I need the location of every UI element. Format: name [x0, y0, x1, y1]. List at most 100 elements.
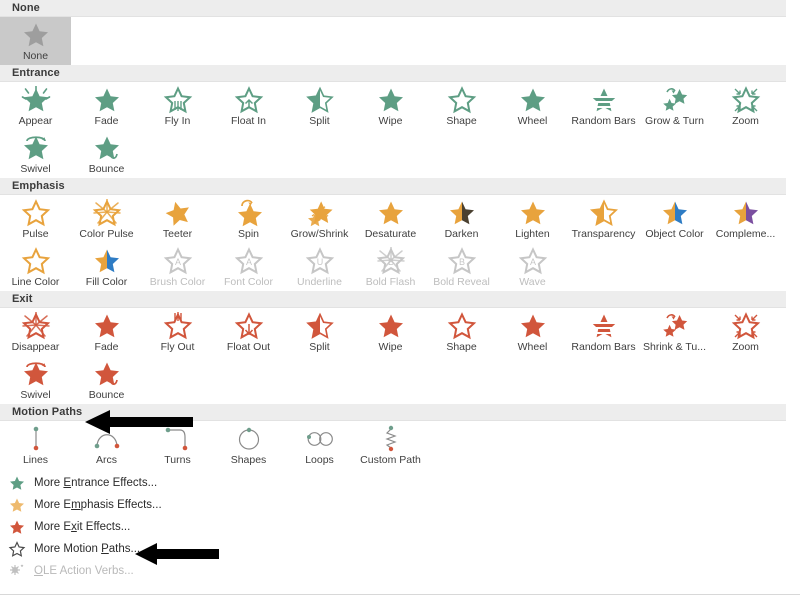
effect-label: Transparency	[571, 228, 636, 240]
star-grow-shrink-icon	[307, 201, 333, 227]
effect-tile[interactable]: Transparency	[568, 195, 639, 243]
effect-tile[interactable]: Split	[284, 308, 355, 356]
effect-tile[interactable]: Float Out	[213, 308, 284, 356]
effect-label: Fade	[94, 115, 119, 127]
effect-label: Fly Out	[160, 341, 195, 353]
effect-tile[interactable]: None	[0, 17, 71, 65]
effect-label: Font Color	[223, 276, 274, 288]
effect-tile[interactable]: Turns	[142, 421, 213, 469]
effect-tile[interactable]: Compleme...	[710, 195, 781, 243]
menu-item-label: OLE Action Verbs...	[34, 565, 134, 577]
effect-tile[interactable]: Shape	[426, 82, 497, 130]
effect-tile[interactable]: Line Color	[0, 243, 71, 291]
section-title: Emphasis	[12, 180, 65, 192]
effect-tile[interactable]: Appear	[0, 82, 71, 130]
path-shapes-icon	[238, 427, 259, 450]
effect-label: Lighten	[515, 228, 550, 240]
section-header-entrance: Entrance	[0, 65, 786, 82]
star-wipe-icon	[378, 88, 403, 112]
effect-tile[interactable]: Wipe	[355, 82, 426, 130]
effect-label: Swivel	[20, 163, 51, 175]
effect-tile[interactable]: Disappear	[0, 308, 71, 356]
effect-tile[interactable]: Shrink & Tu...	[639, 308, 710, 356]
path-custom-icon	[384, 425, 397, 452]
effect-tile[interactable]: Swivel	[0, 130, 71, 178]
menu-item-label: More Exit Effects...	[34, 521, 131, 533]
effect-tile[interactable]: Grow & Turn	[639, 82, 710, 130]
menu-item-label: More Emphasis Effects...	[34, 499, 162, 511]
effect-tile[interactable]: Shapes	[213, 421, 284, 469]
effect-tile[interactable]: Random Bars	[568, 82, 639, 130]
effect-label: Spin	[237, 228, 259, 240]
effect-label: Fly In	[164, 115, 191, 127]
effect-label: Color Pulse	[79, 228, 134, 240]
star-random-bars-icon	[590, 314, 617, 338]
effect-tile: A Font Color	[213, 243, 284, 291]
effect-tile[interactable]: Arcs	[71, 421, 142, 469]
effect-tile[interactable]: Wipe	[355, 308, 426, 356]
effect-tile[interactable]: Zoom	[710, 308, 781, 356]
effect-tile[interactable]: Spin	[213, 195, 284, 243]
effect-tile: A Brush Color	[142, 243, 213, 291]
star-zoom-icon	[731, 86, 760, 114]
effect-label: Fade	[94, 341, 119, 353]
effect-tile[interactable]: Random Bars	[568, 308, 639, 356]
effect-label: Zoom	[732, 341, 759, 353]
effect-label: Brush Color	[149, 276, 206, 288]
star-float-out-icon	[234, 312, 263, 340]
effect-tile[interactable]: Loops	[284, 421, 355, 469]
star-swivel-icon	[23, 136, 48, 160]
effect-tile[interactable]: Color Pulse	[71, 195, 142, 243]
star-outline-icon	[21, 247, 50, 275]
effect-label: None	[22, 50, 49, 62]
section-header-emphasis: Emphasis	[0, 178, 786, 195]
effect-label: Wheel	[517, 115, 548, 127]
effect-tile[interactable]: Fade	[71, 82, 142, 130]
effect-tile[interactable]: Grow/Shrink	[284, 195, 355, 243]
star-letter-a-icon: A	[518, 247, 547, 275]
effect-tile[interactable]: Split	[284, 82, 355, 130]
effect-tile[interactable]: Fade	[71, 308, 142, 356]
effect-label: Grow/Shrink	[290, 228, 349, 240]
effect-label: Grow & Turn	[645, 115, 704, 127]
effect-grid-emphasis: Pulse Color Pulse Teeter Spin Grow/Shrink Des…	[0, 195, 800, 291]
effect-tile[interactable]: Bounce	[71, 130, 142, 178]
star-random-bars-icon	[590, 88, 617, 112]
effect-tile[interactable]: Swivel	[0, 356, 71, 404]
effect-tile[interactable]: Zoom	[710, 82, 781, 130]
star-wheel-icon	[520, 88, 545, 112]
animation-gallery: None None Entrance Appear Fade Fly In Float In…	[0, 0, 800, 595]
effect-tile[interactable]: Float In	[213, 82, 284, 130]
effect-tile[interactable]: Teeter	[142, 195, 213, 243]
effect-tile[interactable]: Fill Color	[71, 243, 142, 291]
star-split-icon	[305, 86, 334, 113]
section-title: Exit	[12, 293, 33, 305]
effect-label: Split	[309, 341, 330, 353]
effect-tile[interactable]: Object Color	[639, 195, 710, 243]
effect-tile[interactable]: Custom Path	[355, 421, 426, 469]
effect-tile[interactable]: Lines	[0, 421, 71, 469]
effect-label: Wipe	[378, 341, 403, 353]
effect-tile[interactable]: Wheel	[497, 308, 568, 356]
menu-item[interactable]: More Exit Effects...	[0, 516, 800, 538]
svg-text:A: A	[174, 257, 180, 267]
effect-tile[interactable]: Lighten	[497, 195, 568, 243]
effect-tile: B Bold Flash	[355, 243, 426, 291]
effect-tile[interactable]: Darken	[426, 195, 497, 243]
effect-label: Appear	[18, 115, 53, 127]
effect-label: Random Bars	[571, 341, 636, 353]
effect-tile[interactable]: Fly Out	[142, 308, 213, 356]
effect-tile[interactable]: Desaturate	[355, 195, 426, 243]
effect-tile[interactable]: Bounce	[71, 356, 142, 404]
effect-label: Compleme...	[715, 228, 776, 240]
menu-item[interactable]: More Entrance Effects...	[0, 472, 800, 494]
section-title: Motion Paths	[12, 406, 83, 418]
effect-tile[interactable]: Pulse	[0, 195, 71, 243]
effect-label: Desaturate	[364, 228, 417, 240]
effect-tile[interactable]: Wheel	[497, 82, 568, 130]
star-split-icon	[305, 312, 334, 339]
effect-tile[interactable]: Fly In	[142, 82, 213, 130]
menu-item[interactable]: More Motion Paths...	[0, 538, 800, 560]
effect-tile[interactable]: Shape	[426, 308, 497, 356]
menu-item[interactable]: More Emphasis Effects...	[0, 494, 800, 516]
